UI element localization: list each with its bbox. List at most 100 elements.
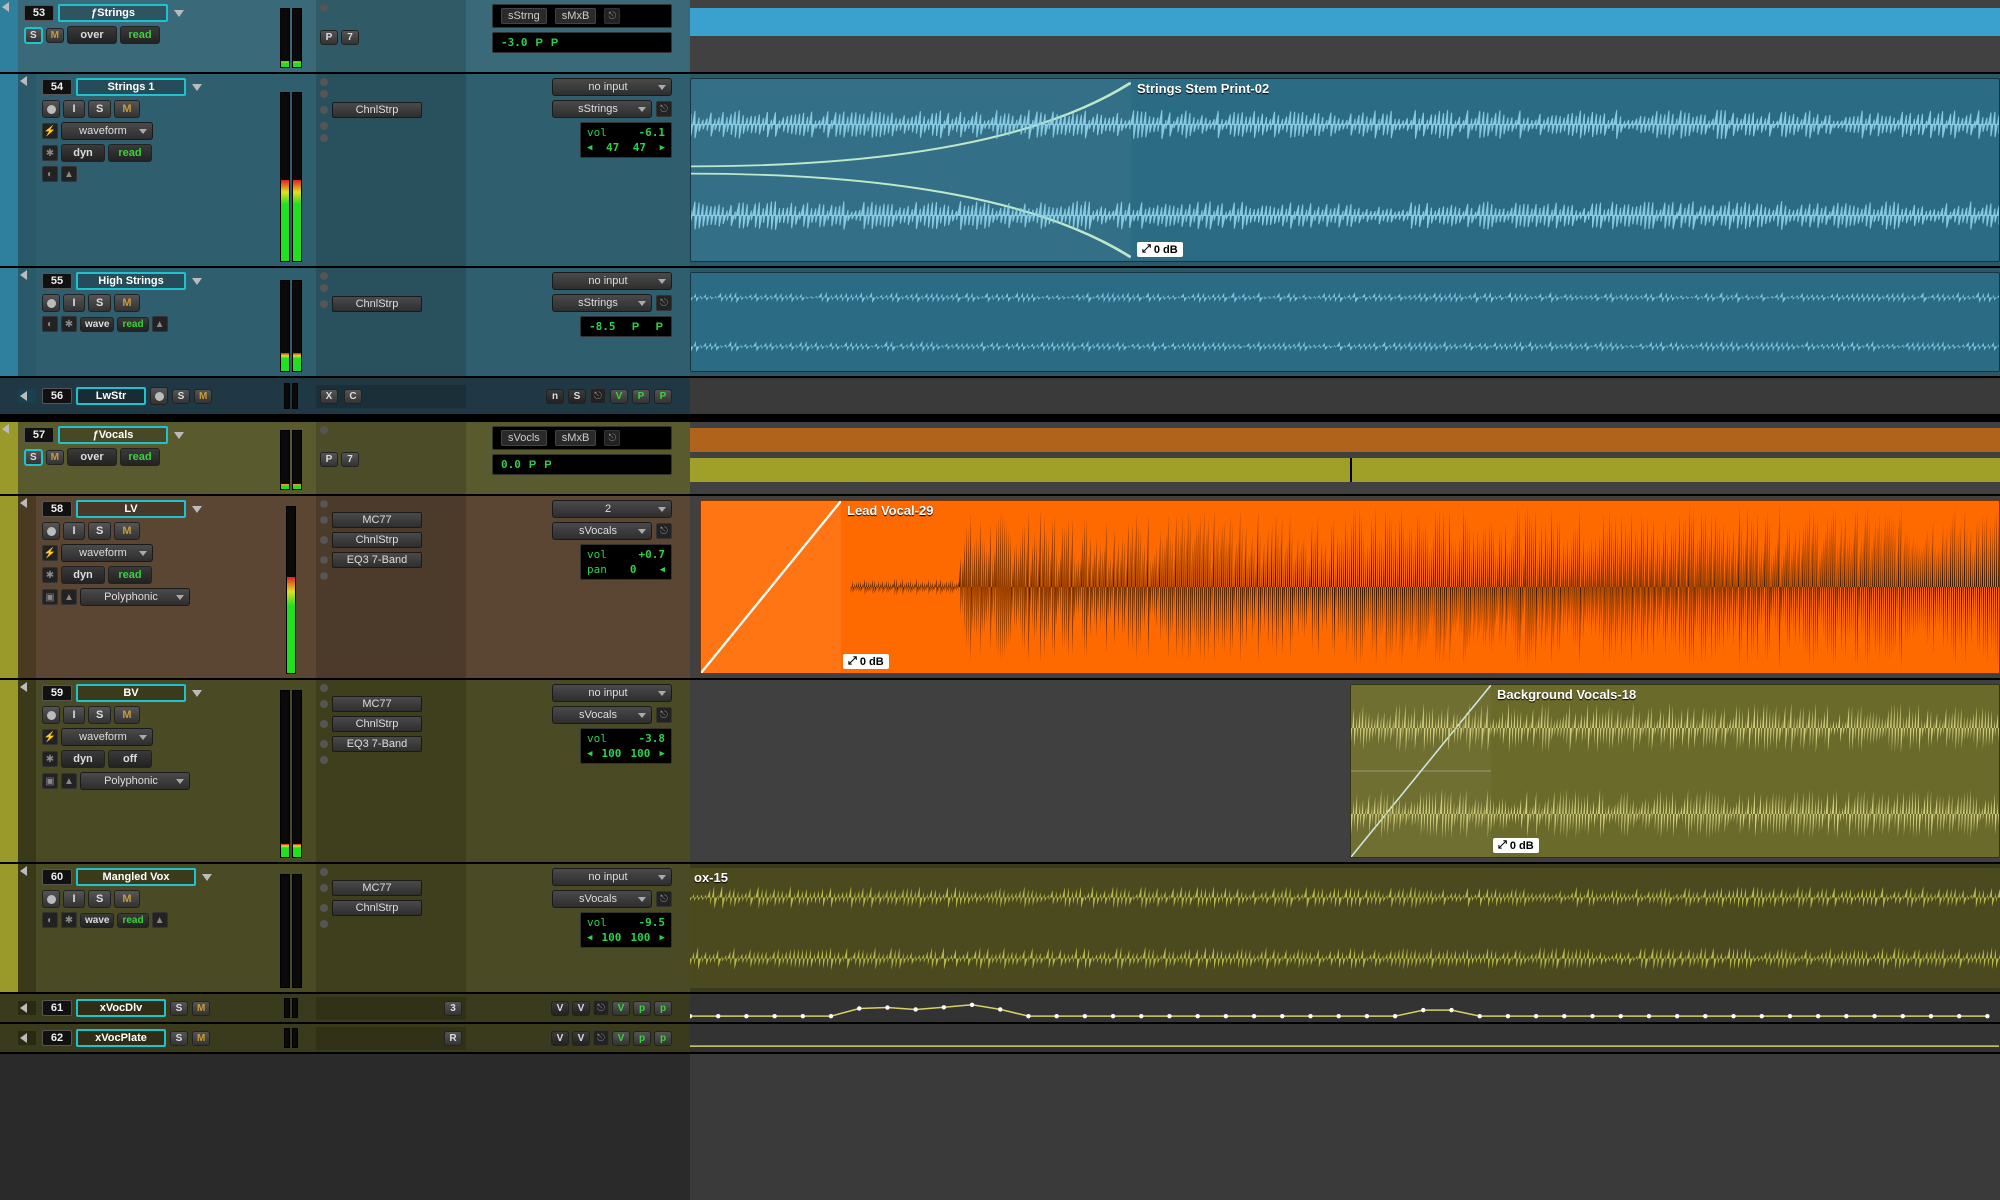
track-name[interactable]: ƒVocals: [58, 426, 168, 444]
dyn-button[interactable]: dyn: [61, 750, 105, 768]
solo-button[interactable]: S: [88, 294, 111, 312]
mute-button[interactable]: M: [192, 1001, 210, 1016]
v-button[interactable]: V: [610, 389, 628, 404]
freeze-icon[interactable]: ✱: [42, 751, 58, 767]
freeze-icon[interactable]: ✱: [42, 567, 58, 583]
track-color-strip[interactable]: [0, 680, 18, 862]
mute-button[interactable]: M: [46, 28, 64, 43]
input-selector[interactable]: 2: [552, 500, 672, 518]
track-60[interactable]: 60 Mangled Vox I S M ◐ ✱ wave read ▲: [0, 864, 690, 994]
track-color-strip[interactable]: [0, 422, 18, 494]
track-name[interactable]: LwStr: [76, 387, 146, 405]
track-color-strip[interactable]: [0, 74, 18, 266]
pan-right[interactable]: 100: [631, 747, 651, 760]
p-button[interactable]: P: [632, 389, 650, 404]
track-53[interactable]: 53 ƒStrings S M over read P 7 sStr: [0, 0, 690, 74]
insert-dot[interactable]: [320, 756, 328, 764]
vol-pan-box[interactable]: vol-6.1 ◀ 4747 ▶: [580, 122, 672, 158]
clip-lead-vocal[interactable]: Lead Vocal-29 ⤢0 dB: [700, 500, 2000, 674]
pan-left[interactable]: 100: [602, 931, 622, 944]
insert-dot[interactable]: [320, 740, 328, 748]
clip-gain-badge[interactable]: ⤢0 dB: [1493, 838, 1539, 853]
track-menu-icon[interactable]: [174, 10, 184, 17]
c-button[interactable]: C: [344, 389, 362, 404]
mute-button[interactable]: M: [194, 389, 212, 404]
v-button[interactable]: V: [551, 1031, 569, 1046]
pan-right[interactable]: 47: [633, 141, 646, 154]
insert-dot[interactable]: [320, 868, 328, 876]
insert-dot[interactable]: [320, 4, 328, 12]
route-icon[interactable]: ⎋: [656, 707, 672, 723]
route-icon[interactable]: ⎋: [604, 8, 620, 24]
vol-pan-box[interactable]: vol-9.5 ◀ 100100 ▶: [580, 912, 672, 948]
track-menu-icon[interactable]: [174, 432, 184, 439]
insert-dot[interactable]: [320, 884, 328, 892]
track-name[interactable]: High Strings: [76, 272, 186, 290]
track-color-strip[interactable]: [0, 268, 18, 376]
p-button[interactable]: P: [320, 30, 338, 45]
insert-plugin[interactable]: ChnlStrp: [332, 102, 422, 118]
track-number[interactable]: 60: [42, 869, 72, 885]
record-button[interactable]: [42, 100, 60, 118]
track-number[interactable]: 57: [24, 427, 54, 443]
solo-button[interactable]: S: [172, 389, 190, 404]
timebase-icon[interactable]: ◐: [42, 316, 58, 332]
insert-dot[interactable]: [320, 556, 328, 564]
route-icon[interactable]: ⎋: [656, 295, 672, 311]
view-selector[interactable]: waveform: [61, 728, 153, 746]
elastic-icon[interactable]: ▲: [61, 589, 77, 605]
input-selector[interactable]: no input: [552, 272, 672, 290]
insert-dot[interactable]: [320, 90, 328, 98]
track-menu-icon[interactable]: [192, 690, 202, 697]
disclosure-icon[interactable]: [20, 76, 27, 86]
insert-dot[interactable]: [320, 134, 328, 142]
disclosure-icon[interactable]: [20, 498, 27, 508]
seven-button[interactable]: 7: [341, 30, 359, 45]
v-button[interactable]: V: [572, 1001, 590, 1016]
vol-value[interactable]: -8.5: [589, 320, 616, 333]
record-button[interactable]: [42, 294, 60, 312]
clip-high-strings[interactable]: [690, 272, 2000, 372]
mute-button[interactable]: M: [114, 890, 139, 908]
insert-dot[interactable]: [320, 572, 328, 580]
record-button[interactable]: [42, 706, 60, 724]
automation-mode[interactable]: read: [108, 144, 152, 162]
route-icon[interactable]: ⎋: [604, 430, 620, 446]
output-selector[interactable]: sVocals: [552, 890, 652, 908]
timebase-icon[interactable]: ◐: [42, 166, 58, 182]
track-number[interactable]: 54: [42, 79, 72, 95]
lane-61[interactable]: [690, 994, 2000, 1024]
route-icon[interactable]: ⎋: [656, 523, 672, 539]
disclosure-icon[interactable]: [20, 866, 27, 876]
insert-plugin[interactable]: EQ3 7-Band: [332, 736, 422, 752]
disclosure-icon[interactable]: [20, 270, 27, 280]
record-button[interactable]: [42, 522, 60, 540]
v-button[interactable]: V: [551, 1001, 569, 1016]
solo-button[interactable]: S: [88, 890, 111, 908]
p-button[interactable]: p: [654, 1031, 672, 1046]
lane-53[interactable]: [690, 0, 2000, 74]
insert-plugin[interactable]: MC77: [332, 696, 422, 712]
track-number[interactable]: 59: [42, 685, 72, 701]
record-button[interactable]: [42, 890, 60, 908]
input-button[interactable]: I: [63, 294, 85, 312]
track-number[interactable]: 55: [42, 273, 72, 289]
mute-button[interactable]: M: [114, 522, 139, 540]
clip-background-vocals[interactable]: Background Vocals-18 ⤢0 dB: [1350, 684, 2000, 858]
timeline-panel[interactable]: Strings Stem Print-02 ⤢0 dB: [690, 0, 2000, 1200]
view-selector[interactable]: wave: [80, 317, 114, 332]
input-button[interactable]: I: [63, 100, 85, 118]
mute-button[interactable]: M: [192, 1031, 210, 1046]
solo-button[interactable]: S: [88, 706, 111, 724]
insert-dot[interactable]: [320, 106, 328, 114]
input-button[interactable]: I: [63, 522, 85, 540]
elastic-icon[interactable]: ▲: [152, 912, 168, 928]
three-button[interactable]: 3: [444, 1001, 462, 1016]
input-selector[interactable]: no input: [552, 684, 672, 702]
output-1[interactable]: sVocls: [501, 430, 547, 446]
insert-dot[interactable]: [320, 536, 328, 544]
track-62[interactable]: 62 xVocPlate S M R V V ⎋ V p p: [0, 1024, 690, 1054]
disclosure-icon[interactable]: [20, 1033, 27, 1043]
insert-dot[interactable]: [320, 426, 328, 434]
output-selector[interactable]: sVocals: [552, 522, 652, 540]
